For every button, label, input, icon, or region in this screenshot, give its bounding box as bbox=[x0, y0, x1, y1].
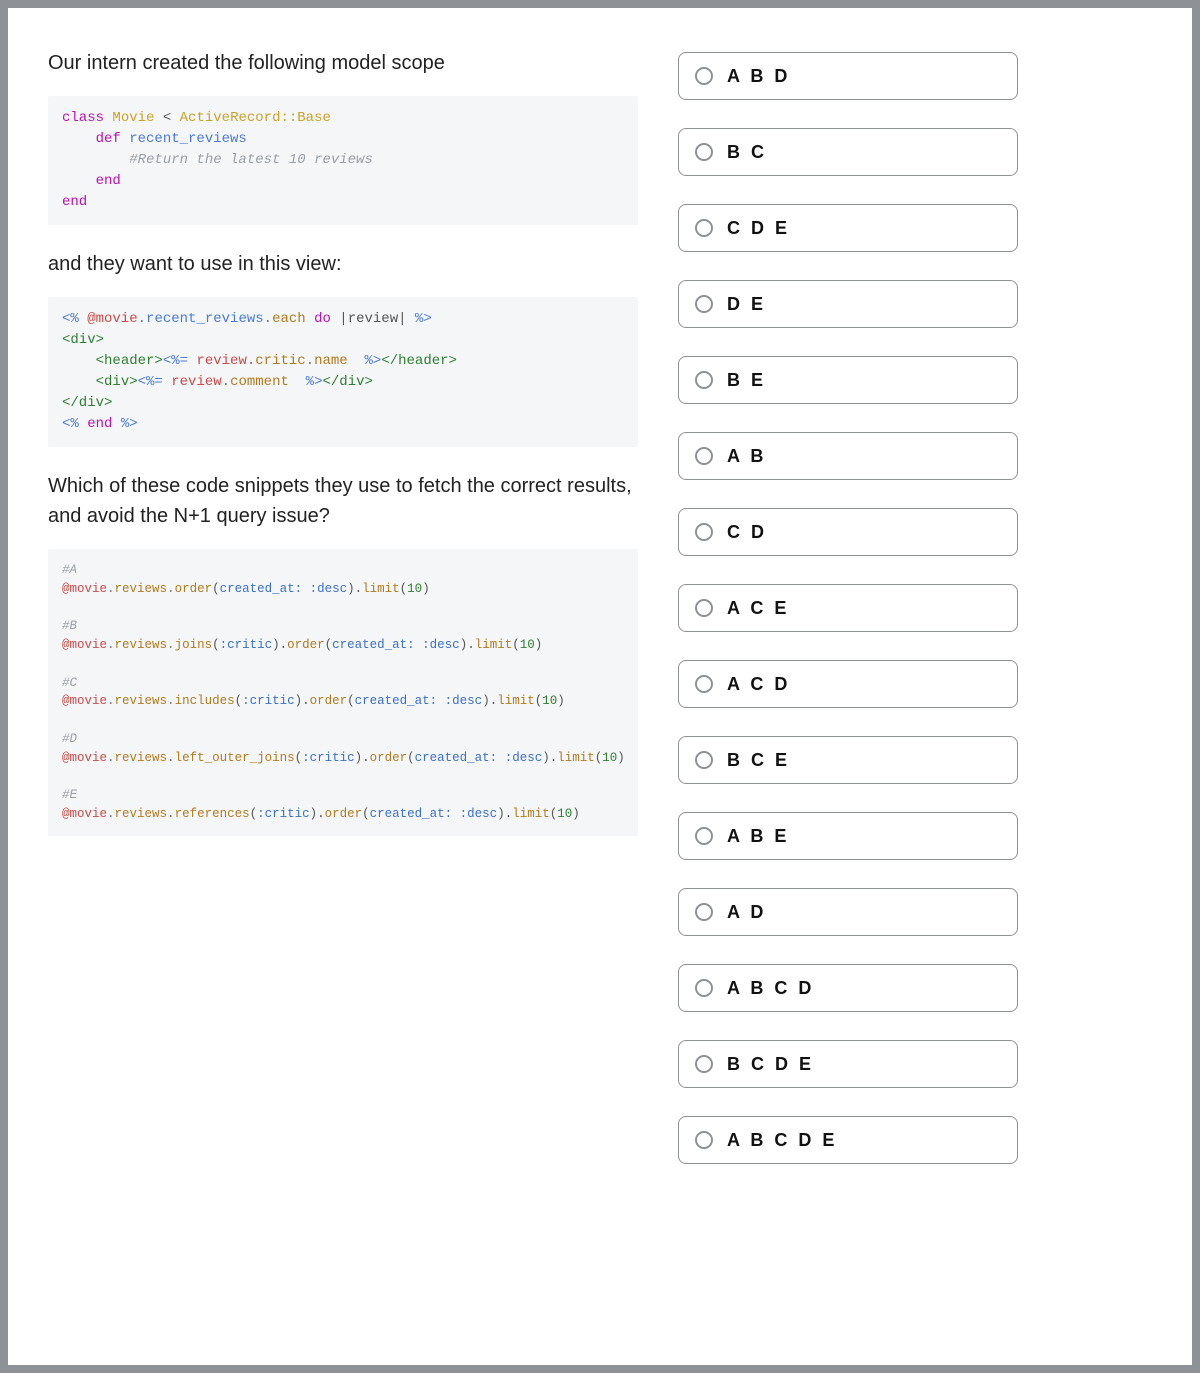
code-line: <div><%= review.comment %></div> bbox=[62, 372, 624, 393]
code-line: @movie.reviews.references(:critic).order… bbox=[62, 805, 624, 824]
code-line: end bbox=[62, 192, 624, 213]
radio-icon bbox=[695, 599, 713, 617]
radio-icon bbox=[695, 979, 713, 997]
answer-label: B C bbox=[727, 142, 767, 163]
answer-label: A C E bbox=[727, 598, 789, 619]
radio-icon bbox=[695, 827, 713, 845]
radio-icon bbox=[695, 219, 713, 237]
code-line: @movie.reviews.joins(:critic).order(crea… bbox=[62, 636, 624, 655]
code-block-snippets: #A@movie.reviews.order(created_at: :desc… bbox=[48, 549, 638, 836]
code-line: <% @movie.recent_reviews.each do |review… bbox=[62, 309, 624, 330]
radio-icon bbox=[695, 903, 713, 921]
code-line: #E bbox=[62, 786, 624, 805]
answer-option[interactable]: B E bbox=[678, 356, 1018, 404]
answer-option[interactable]: A C E bbox=[678, 584, 1018, 632]
radio-icon bbox=[695, 143, 713, 161]
code-line: #B bbox=[62, 617, 624, 636]
code-line: <% end %> bbox=[62, 414, 624, 435]
answer-option[interactable]: C D bbox=[678, 508, 1018, 556]
radio-icon bbox=[695, 447, 713, 465]
code-line bbox=[62, 655, 624, 674]
answer-label: B C D E bbox=[727, 1054, 814, 1075]
code-line: @movie.reviews.includes(:critic).order(c… bbox=[62, 692, 624, 711]
question-middle: and they want to use in this view: bbox=[48, 249, 638, 279]
code-line: #C bbox=[62, 674, 624, 693]
code-line: end bbox=[62, 171, 624, 192]
answer-label: B E bbox=[727, 370, 766, 391]
code-line: @movie.reviews.order(created_at: :desc).… bbox=[62, 580, 624, 599]
answer-label: B C E bbox=[727, 750, 790, 771]
question-intro: Our intern created the following model s… bbox=[48, 48, 638, 78]
radio-icon bbox=[695, 675, 713, 693]
answer-option[interactable]: A B E bbox=[678, 812, 1018, 860]
code-line: <div> bbox=[62, 330, 624, 351]
code-line bbox=[62, 599, 624, 618]
radio-icon bbox=[695, 751, 713, 769]
radio-icon bbox=[695, 1131, 713, 1149]
answer-option[interactable]: B C E bbox=[678, 736, 1018, 784]
answer-option[interactable]: A C D bbox=[678, 660, 1018, 708]
answer-option[interactable]: B C D E bbox=[678, 1040, 1018, 1088]
answer-label: A B D bbox=[727, 66, 790, 87]
code-line bbox=[62, 711, 624, 730]
answer-option[interactable]: A B D bbox=[678, 52, 1018, 100]
answer-label: A B E bbox=[727, 826, 789, 847]
code-line: </div> bbox=[62, 393, 624, 414]
answer-label: A C D bbox=[727, 674, 790, 695]
answer-option[interactable]: D E bbox=[678, 280, 1018, 328]
radio-icon bbox=[695, 295, 713, 313]
code-line bbox=[62, 767, 624, 786]
code-line: #D bbox=[62, 730, 624, 749]
question-column: Our intern created the following model s… bbox=[48, 48, 638, 1325]
answer-option[interactable]: A B C D E bbox=[678, 1116, 1018, 1164]
answer-label: C D bbox=[727, 522, 767, 543]
radio-icon bbox=[695, 1055, 713, 1073]
answer-option[interactable]: B C bbox=[678, 128, 1018, 176]
code-block-model: class Movie < ActiveRecord::Base def rec… bbox=[48, 96, 638, 225]
answer-label: C D E bbox=[727, 218, 790, 239]
code-line: #Return the latest 10 reviews bbox=[62, 150, 624, 171]
answer-option[interactable]: C D E bbox=[678, 204, 1018, 252]
answer-option[interactable]: A B bbox=[678, 432, 1018, 480]
radio-icon bbox=[695, 371, 713, 389]
answer-label: A B bbox=[727, 446, 766, 467]
answer-options: A B D B C C D E D E B E A B C D A C E A C D B C E… bbox=[678, 48, 1018, 1325]
answer-option[interactable]: A B C D bbox=[678, 964, 1018, 1012]
answer-label: A D bbox=[727, 902, 766, 923]
code-line: @movie.reviews.left_outer_joins(:critic)… bbox=[62, 749, 624, 768]
radio-icon bbox=[695, 523, 713, 541]
answer-option[interactable]: A D bbox=[678, 888, 1018, 936]
code-line: <header><%= review.critic.name %></heade… bbox=[62, 351, 624, 372]
radio-icon bbox=[695, 67, 713, 85]
answer-label: A B C D E bbox=[727, 1130, 837, 1151]
answer-label: A B C D bbox=[727, 978, 814, 999]
code-line: class Movie < ActiveRecord::Base bbox=[62, 108, 624, 129]
quiz-page: Our intern created the following model s… bbox=[0, 0, 1200, 1373]
code-block-view: <% @movie.recent_reviews.each do |review… bbox=[48, 297, 638, 447]
code-line: def recent_reviews bbox=[62, 129, 624, 150]
question-ask: Which of these code snippets they use to… bbox=[48, 471, 638, 531]
answer-label: D E bbox=[727, 294, 766, 315]
code-line: #A bbox=[62, 561, 624, 580]
